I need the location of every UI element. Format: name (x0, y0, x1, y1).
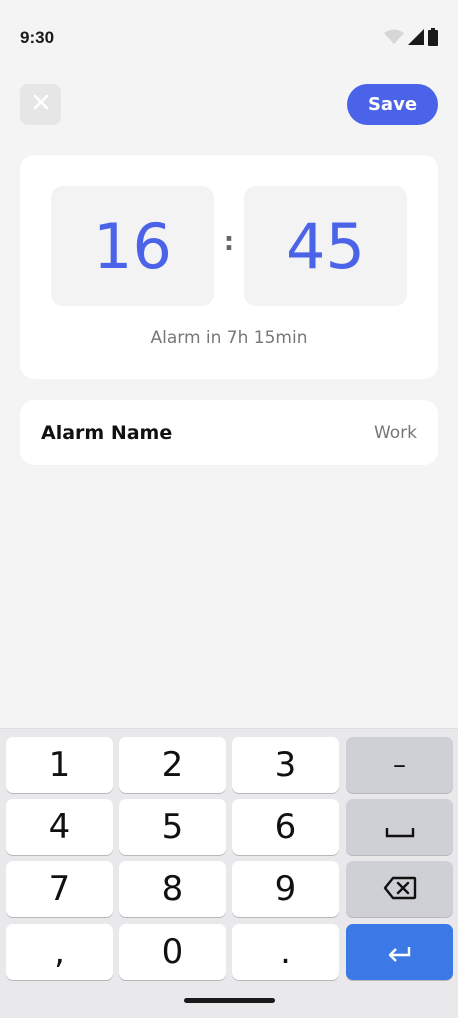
enter-icon (387, 932, 413, 972)
backspace-icon (383, 869, 417, 909)
key-enter[interactable] (346, 924, 453, 980)
key-dash[interactable]: – (346, 737, 453, 793)
signal-icon (408, 28, 424, 50)
numeric-keyboard: 1 2 3 – 4 5 6 7 8 9 , 0 . (0, 728, 458, 1018)
key-space[interactable] (346, 799, 453, 855)
hours-field[interactable]: 16 (51, 186, 214, 306)
key-1[interactable]: 1 (6, 737, 113, 793)
close-button[interactable] (20, 84, 61, 125)
key-period[interactable]: . (232, 924, 339, 980)
key-8[interactable]: 8 (119, 861, 226, 917)
minutes-field[interactable]: 45 (244, 186, 407, 306)
key-2[interactable]: 2 (119, 737, 226, 793)
space-icon (385, 807, 415, 847)
alarm-name-label: Alarm Name (41, 422, 173, 444)
save-button[interactable]: Save (347, 84, 438, 125)
close-icon (33, 94, 49, 115)
alarm-countdown: Alarm in 7h 15min (150, 328, 308, 348)
key-6[interactable]: 6 (232, 799, 339, 855)
key-3[interactable]: 3 (232, 737, 339, 793)
status-time: 9:30 (20, 28, 55, 47)
status-icons (384, 27, 438, 51)
time-separator: : (223, 227, 235, 257)
key-7[interactable]: 7 (6, 861, 113, 917)
gesture-nav-handle[interactable] (184, 998, 275, 1003)
key-4[interactable]: 4 (6, 799, 113, 855)
alarm-name-value[interactable]: Work (374, 423, 417, 443)
key-9[interactable]: 9 (232, 861, 339, 917)
status-bar: 9:30 (0, 0, 458, 78)
key-comma[interactable]: , (6, 924, 113, 980)
battery-icon (428, 27, 438, 51)
key-5[interactable]: 5 (119, 799, 226, 855)
key-backspace[interactable] (346, 861, 453, 917)
wifi-icon (384, 29, 404, 50)
time-picker-card: 16 : 45 Alarm in 7h 15min (20, 155, 438, 379)
key-0[interactable]: 0 (119, 924, 226, 980)
alarm-name-row[interactable]: Alarm Name Work (20, 400, 438, 465)
